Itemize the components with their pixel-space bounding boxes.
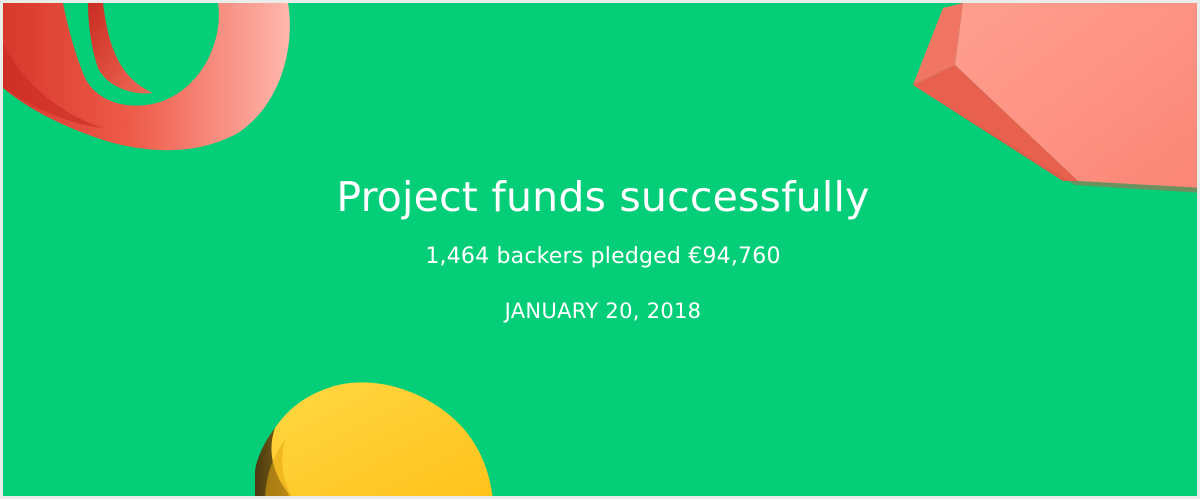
backers-pledged-text: 1,464 backers pledged €94,760 xyxy=(425,244,781,269)
funding-status-title: Project funds successfully xyxy=(336,173,870,221)
funding-date: JANUARY 20, 2018 xyxy=(504,299,702,323)
project-funded-banner: Project funds successfully 1,464 backers… xyxy=(0,0,1200,499)
